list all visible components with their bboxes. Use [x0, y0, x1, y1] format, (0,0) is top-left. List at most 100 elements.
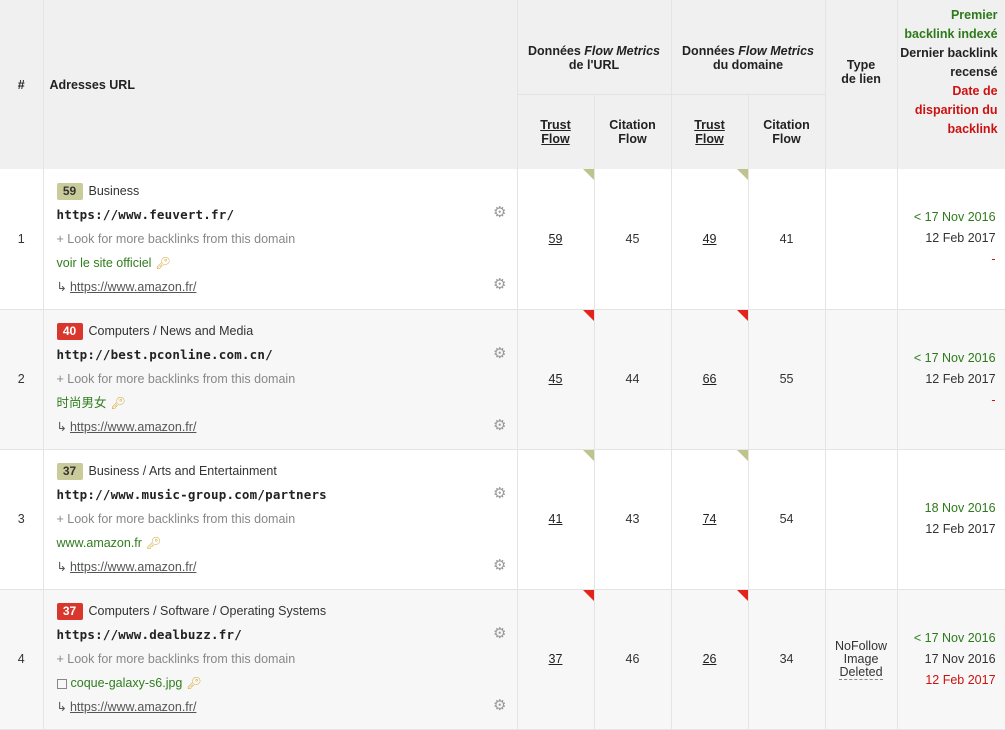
flag-corner-icon	[582, 449, 594, 461]
flag-corner-icon	[736, 449, 748, 461]
more-backlinks-link[interactable]: + Look for more backlinks from this doma…	[57, 227, 505, 251]
url-cell: 59 Business https://www.feuvert.fr/ + Loo…	[43, 169, 518, 310]
anchor-text: voir le site officiel	[56, 255, 152, 270]
flag-corner-icon	[736, 169, 748, 180]
topical-category: Computers / Software / Operating Systems	[88, 604, 327, 618]
domain-citation-flow-header: Citation Flow	[748, 94, 826, 169]
gear-icon[interactable]: ⚙	[493, 344, 506, 362]
trust-score-badge: 37	[56, 463, 83, 480]
first-indexed-date: 18 Nov 2016	[924, 501, 996, 515]
domain-flow-metrics-header: Données Flow Metrics du domaine	[671, 0, 826, 95]
domain-citation-flow: 54	[748, 449, 826, 590]
last-seen-date: 12 Feb 2017	[925, 371, 996, 386]
lost-date: 12 Feb 2017	[925, 672, 996, 687]
anchor-text: www.amazon.fr	[56, 536, 142, 550]
first-indexed-date: < 17 Nov 2016	[913, 630, 996, 645]
gear-icon[interactable]: ⚙	[493, 416, 506, 434]
trust-score-badge: 37	[56, 603, 83, 620]
backlink-dates: 18 Nov 2016 12 Feb 2017	[897, 449, 1005, 590]
topical-category: Computers / News and Media	[88, 324, 254, 338]
domain-trust-flow[interactable]: 66	[671, 309, 749, 450]
first-indexed-date: < 17 Nov 2016	[913, 210, 996, 225]
key-icon: 🔑︎	[186, 676, 202, 690]
table-row: 1 59 Business https://www.feuvert.fr/ + L…	[0, 169, 1005, 310]
url-trust-flow[interactable]: 59	[517, 169, 595, 310]
trust-score-badge: 59	[56, 182, 83, 200]
more-backlinks-link[interactable]: + Look for more backlinks from this doma…	[57, 507, 505, 531]
backlink-dates: < 17 Nov 2016 12 Feb 2017 -	[897, 309, 1005, 450]
url-citation-flow: 46	[594, 589, 672, 730]
flag-corner-icon	[582, 309, 594, 321]
key-icon: 🔑︎	[145, 536, 162, 550]
domain-citation-flow: 41	[748, 169, 826, 310]
last-seen-date: 17 Nov 2016	[924, 651, 996, 666]
gear-icon[interactable]: ⚙	[493, 556, 506, 574]
row-index: 1	[0, 169, 44, 310]
domain-trust-flow[interactable]: 49	[671, 169, 749, 310]
flag-corner-icon	[582, 589, 594, 601]
domain-citation-flow: 34	[748, 589, 826, 730]
source-url[interactable]: https://www.feuvert.fr/	[57, 207, 235, 222]
row-index: 4	[0, 589, 44, 730]
url-citation-flow-header: Citation Flow	[594, 94, 672, 169]
key-icon: 🔑︎	[110, 396, 126, 410]
url-cell: 40 Computers / News and Media http://best…	[43, 309, 518, 450]
target-url-link[interactable]: https://www.amazon.fr/	[70, 560, 196, 574]
topical-category: Business	[88, 183, 140, 198]
source-url[interactable]: http://www.music-group.com/partners	[57, 487, 327, 502]
domain-trust-flow[interactable]: 26	[671, 589, 749, 730]
backlink-dates: < 17 Nov 2016 12 Feb 2017 -	[897, 169, 1005, 310]
url-cell: 37 Business / Arts and Entertainment http…	[43, 449, 518, 590]
table-row: 2 40 Computers / News and Media http://be…	[0, 309, 1005, 450]
gear-icon[interactable]: ⚙	[493, 203, 506, 221]
col-index-header: #	[0, 0, 44, 169]
link-type	[825, 449, 898, 590]
gear-icon[interactable]: ⚙	[493, 484, 506, 502]
last-seen-date: 12 Feb 2017	[925, 522, 996, 536]
return-arrow-icon: ↳	[56, 420, 67, 434]
target-url-link[interactable]: https://www.amazon.fr/	[70, 280, 196, 294]
source-url[interactable]: http://best.pconline.com.cn/	[57, 347, 273, 362]
gear-icon[interactable]: ⚙	[493, 696, 506, 714]
anchor-text: 时尚男女	[56, 396, 107, 410]
table-row: 4 37 Computers / Software / Operating Sys…	[0, 589, 1005, 730]
flag-corner-icon	[736, 309, 748, 321]
sort-domain-trust-flow[interactable]: Trust Flow	[671, 94, 749, 169]
flag-corner-icon	[582, 169, 594, 180]
anchor-text: coque-galaxy-s6.jpg	[70, 676, 183, 690]
key-icon: 🔑︎	[155, 255, 171, 270]
source-url[interactable]: https://www.dealbuzz.fr/	[57, 627, 242, 642]
return-arrow-icon: ↳	[56, 700, 67, 714]
url-citation-flow: 43	[594, 449, 672, 590]
target-url-link[interactable]: https://www.amazon.fr/	[70, 700, 196, 714]
trust-score-badge: 40	[56, 323, 83, 340]
gear-icon[interactable]: ⚙	[493, 275, 506, 293]
row-index: 2	[0, 309, 44, 450]
lost-date: -	[991, 252, 996, 267]
backlink-dates: < 17 Nov 2016 17 Nov 2016 12 Feb 2017	[897, 589, 1005, 730]
url-cell: 37 Computers / Software / Operating Syste…	[43, 589, 518, 730]
url-citation-flow: 45	[594, 169, 672, 310]
more-backlinks-link[interactable]: + Look for more backlinks from this doma…	[57, 647, 505, 671]
lost-date: -	[991, 392, 996, 407]
col-link-type-header: Type de lien	[825, 0, 898, 169]
domain-citation-flow: 55	[748, 309, 826, 450]
flag-corner-icon	[736, 589, 748, 601]
url-trust-flow[interactable]: 41	[517, 449, 595, 590]
sort-url-trust-flow[interactable]: Trust Flow	[517, 94, 595, 169]
col-urls-header: Adresses URL	[43, 0, 518, 169]
url-flow-metrics-header: Données Flow Metrics de l'URL	[517, 0, 672, 95]
last-seen-date: 12 Feb 2017	[925, 231, 996, 246]
return-arrow-icon: ↳	[56, 279, 67, 294]
link-type: NoFollow Image Deleted	[825, 589, 898, 730]
gear-icon[interactable]: ⚙	[493, 624, 506, 642]
link-type	[825, 169, 898, 310]
url-citation-flow: 44	[594, 309, 672, 450]
more-backlinks-link[interactable]: + Look for more backlinks from this doma…	[57, 367, 505, 391]
link-type	[825, 309, 898, 450]
domain-trust-flow[interactable]: 74	[671, 449, 749, 590]
url-trust-flow[interactable]: 45	[517, 309, 595, 450]
target-url-link[interactable]: https://www.amazon.fr/	[70, 420, 196, 434]
url-trust-flow[interactable]: 37	[517, 589, 595, 730]
return-arrow-icon: ↳	[56, 560, 67, 574]
